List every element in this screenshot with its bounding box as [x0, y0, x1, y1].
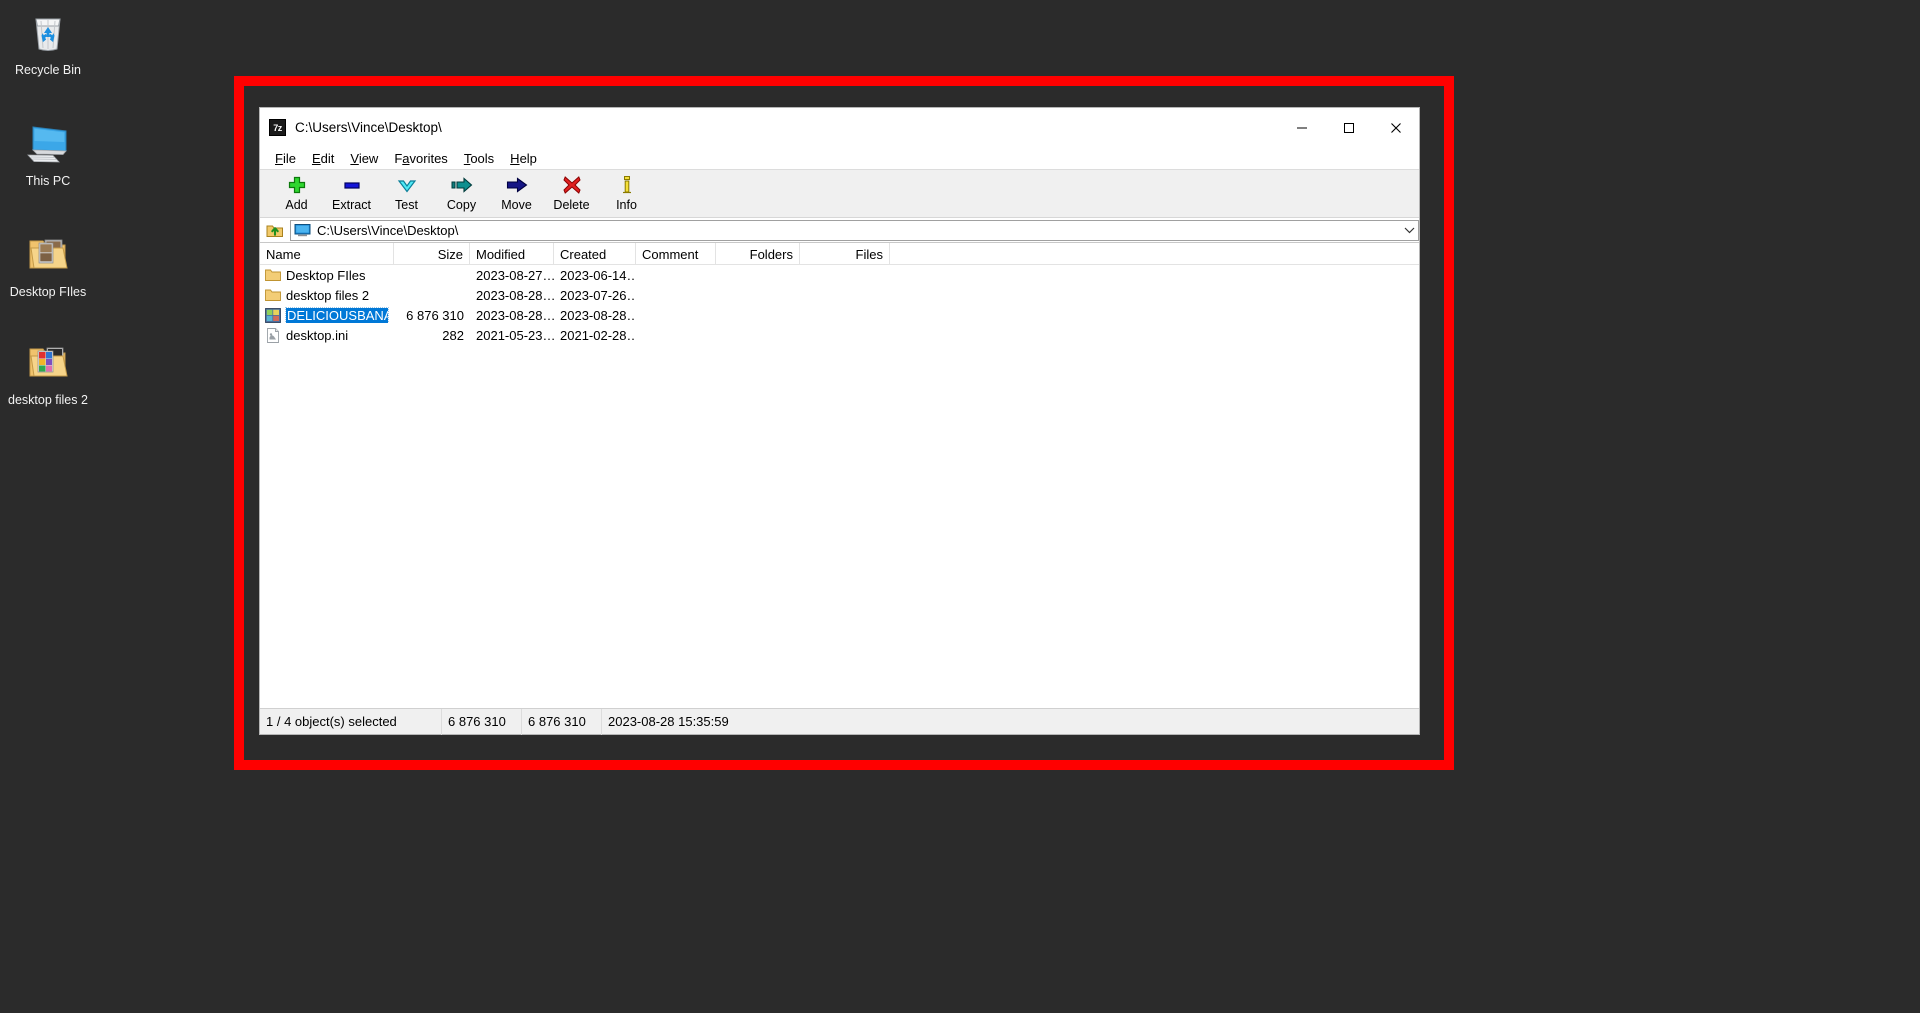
address-bar: C:\Users\Vince\Desktop\ [260, 218, 1419, 243]
file-name: desktop.ini [286, 328, 348, 343]
folder-pictures-icon [24, 230, 72, 278]
toolbar-button-label: Move [501, 198, 532, 212]
this-pc-icon [24, 119, 72, 167]
file-modified: 2023-08-28… [470, 308, 554, 323]
toolbar-test-button[interactable]: Test [379, 170, 434, 212]
desktop-icon-label: This PC [2, 174, 94, 189]
menu-tools[interactable]: Tools [456, 149, 502, 168]
folder-icon [265, 287, 281, 303]
desktop-icon-desktop-files[interactable]: Desktop FIles [0, 230, 96, 308]
column-header-folders[interactable]: Folders [716, 243, 800, 264]
table-row[interactable]: DELICIOUSBANAN… 6 876 310 2023-08-28… 20… [260, 305, 1419, 325]
toolbar-button-label: Test [395, 198, 418, 212]
address-path-text: C:\Users\Vince\Desktop\ [317, 223, 1401, 238]
toolbar-button-label: Add [285, 198, 307, 212]
info-yellow-icon [615, 174, 639, 196]
file-name: DELICIOUSBANAN… [286, 308, 388, 323]
chevron-down-cyan-icon [395, 174, 419, 196]
column-header-comment[interactable]: Comment [636, 243, 716, 264]
menubar: File Edit View Favorites Tools Help [260, 147, 1419, 170]
file-size: 282 [394, 328, 470, 343]
toolbar-extract-button[interactable]: Extract [324, 170, 379, 212]
file-created: 2023-08-28… [554, 308, 636, 323]
arrow-right-teal-icon [450, 174, 474, 196]
minus-blue-icon [340, 174, 364, 196]
close-button[interactable] [1372, 108, 1419, 147]
minimize-button[interactable] [1278, 108, 1325, 147]
seven-zip-window: 7z C:\Users\Vince\Desktop\ File Edit Vie… [259, 107, 1420, 735]
column-header-modified[interactable]: Modified [470, 243, 554, 264]
file-name: Desktop FIles [286, 268, 365, 283]
file-created: 2023-06-14… [554, 268, 636, 283]
status-selected-size: 6 876 310 [442, 709, 522, 735]
plus-green-icon [285, 174, 309, 196]
toolbar-button-label: Info [616, 198, 637, 212]
column-header-created[interactable]: Created [554, 243, 636, 264]
file-modified: 2023-08-28… [470, 288, 554, 303]
menu-view[interactable]: View [342, 149, 386, 168]
desktop-icon-list: Recycle Bin This PC [0, 0, 96, 416]
window-title: C:\Users\Vince\Desktop\ [295, 120, 1278, 135]
folder-icon [265, 267, 281, 283]
toolbar-button-label: Copy [447, 198, 476, 212]
file-size: 6 876 310 [394, 308, 470, 323]
column-header-files[interactable]: Files [800, 243, 890, 264]
ini-file-icon [265, 327, 281, 343]
menu-help[interactable]: Help [502, 149, 545, 168]
folder-pictures-icon [24, 338, 72, 386]
toolbar: Add Extract Test [260, 170, 1419, 218]
desktop-icon-this-pc[interactable]: This PC [0, 119, 96, 197]
file-created: 2023-07-26… [554, 288, 636, 303]
toolbar-delete-button[interactable]: Delete [544, 170, 599, 212]
toolbar-button-label: Extract [332, 198, 371, 212]
chevron-down-icon[interactable] [1401, 220, 1418, 241]
desktop-icon-recycle-bin[interactable]: Recycle Bin [0, 8, 96, 86]
status-bar: 1 / 4 object(s) selected 6 876 310 6 876… [260, 708, 1419, 734]
menu-edit[interactable]: Edit [304, 149, 342, 168]
window-controls [1278, 108, 1419, 147]
column-header-name[interactable]: Name [260, 243, 394, 264]
computer-icon [294, 223, 311, 237]
address-field[interactable]: C:\Users\Vince\Desktop\ [290, 220, 1419, 241]
status-selection-count: 1 / 4 object(s) selected [260, 709, 442, 735]
menu-favorites[interactable]: Favorites [386, 149, 455, 168]
seven-zip-app-icon: 7z [269, 119, 286, 136]
table-row[interactable]: Desktop FIles 2023-08-27… 2023-06-14… [260, 265, 1419, 285]
status-timestamp: 2023-08-28 15:35:59 [602, 709, 802, 735]
up-folder-button[interactable] [264, 220, 286, 241]
maximize-button[interactable] [1325, 108, 1372, 147]
menu-file[interactable]: File [267, 149, 304, 168]
window-titlebar[interactable]: 7z C:\Users\Vince\Desktop\ [260, 108, 1419, 147]
toolbar-info-button[interactable]: Info [599, 170, 654, 212]
status-total-size: 6 876 310 [522, 709, 602, 735]
desktop-icon-label: Desktop FIles [2, 285, 94, 300]
file-created: 2021-02-28… [554, 328, 636, 343]
table-row[interactable]: desktop.ini 282 2021-05-23… 2021-02-28… [260, 325, 1419, 345]
file-name: desktop files 2 [286, 288, 369, 303]
desktop-icon-desktop-files-2[interactable]: desktop files 2 [0, 338, 96, 416]
x-red-icon [560, 174, 584, 196]
toolbar-copy-button[interactable]: Copy [434, 170, 489, 212]
table-row[interactable]: desktop files 2 2023-08-28… 2023-07-26… [260, 285, 1419, 305]
up-folder-icon [266, 222, 284, 239]
desktop-icon-label: desktop files 2 [2, 393, 94, 408]
file-modified: 2021-05-23… [470, 328, 554, 343]
toolbar-button-label: Delete [553, 198, 589, 212]
column-header-size[interactable]: Size [394, 243, 470, 264]
arrow-right-navy-icon [505, 174, 529, 196]
toolbar-move-button[interactable]: Move [489, 170, 544, 212]
file-list[interactable]: Desktop FIles 2023-08-27… 2023-06-14… d [260, 265, 1419, 708]
image-file-icon [265, 307, 281, 323]
file-modified: 2023-08-27… [470, 268, 554, 283]
recycle-bin-icon [24, 8, 72, 56]
column-header-row: Name Size Modified Created Comment Folde… [260, 243, 1419, 265]
desktop-icon-label: Recycle Bin [2, 63, 94, 78]
toolbar-add-button[interactable]: Add [269, 170, 324, 212]
